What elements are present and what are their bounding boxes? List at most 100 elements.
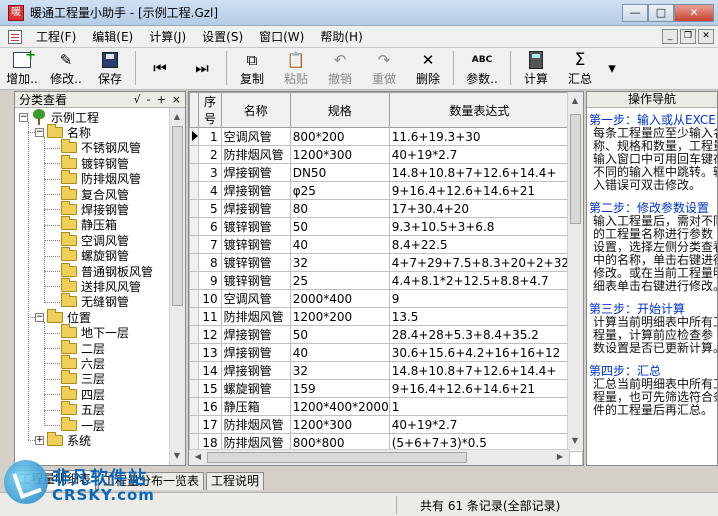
cell-index[interactable]: 5 [198,199,222,218]
cell-quantity-expression[interactable]: 13.5 [388,307,570,326]
tree-item[interactable]: 镀锌钢管 [61,154,129,171]
cell-quantity-expression[interactable]: 28.4+28+5.3+8.4+35.2 [388,325,570,344]
cell-quantity-expression[interactable]: 17+30.4+20 [388,199,570,218]
cell-index[interactable]: 3 [198,163,222,182]
cell-spec[interactable]: 159 [289,379,390,398]
tree-root[interactable]: − 示例工程 [19,109,99,125]
summary-button[interactable]: Σ 汇总 [558,51,602,87]
delete-button[interactable]: ✕ 删除 [406,51,450,87]
table-row[interactable]: 12 焊接钢管 50 28.4+28+5.3+8.4+35.2 [189,325,583,344]
menu-window[interactable]: 窗口(W) [251,28,312,45]
tab-quantity-distribution[interactable]: 工程量分布一览表 [98,472,205,490]
tree-item[interactable]: 静压箱 [61,216,117,233]
table-row[interactable]: 17 防排烟风管 1200*300 40+19*2.7 [189,415,583,434]
last-record-button[interactable]: ⏭ [181,51,223,85]
tree-item[interactable]: 复合风管 [61,185,129,202]
scroll-left-icon[interactable]: ◀ [191,450,205,464]
row-indicator[interactable] [189,361,200,380]
check-all-button[interactable]: √ [134,93,141,106]
cell-index[interactable]: 10 [198,289,222,308]
cell-quantity-expression[interactable]: 1 [388,397,570,416]
cell-name[interactable]: 镀锌钢管 [220,271,291,290]
cell-spec[interactable]: 1200*200 [289,307,390,326]
close-panel-button[interactable]: × [172,93,181,106]
paste-button[interactable]: 📋 粘贴 [274,51,318,87]
child-minimize-button[interactable]: _ [662,29,678,44]
cell-spec[interactable]: 1200*300 [289,415,390,434]
cell-name[interactable]: 焊接钢管 [220,163,291,182]
row-indicator[interactable] [189,127,200,146]
cell-quantity-expression[interactable]: 14.8+10.8+7+12.6+14.4+ [388,361,570,380]
cell-spec[interactable]: 1200*400*2000 [289,397,390,416]
tree-item[interactable]: 无缝钢管 [61,293,129,310]
tree-item[interactable]: 送排风风管 [61,277,141,294]
table-row[interactable]: 9 镀锌钢管 25 4.4+8.1*2+12.5+8.8+4.7 [189,271,583,290]
table-row[interactable]: 1 空调风管 800*200 11.6+19.3+30 [189,127,583,146]
column-header-quantity-expression[interactable]: 数量表达式 [388,92,570,128]
row-indicator[interactable] [189,271,200,290]
child-close-button[interactable]: ✕ [698,29,714,44]
cell-name[interactable]: 空调风管 [220,289,291,308]
cell-spec[interactable]: 25 [289,271,390,290]
collapse-icon[interactable]: − [19,112,28,122]
cell-spec[interactable]: φ25 [289,181,390,200]
tree-item[interactable]: 三层 [61,370,105,387]
cell-index[interactable]: 2 [198,145,222,164]
menu-project[interactable]: 工程(F) [28,28,84,45]
child-restore-button[interactable]: ❐ [680,29,696,44]
tree-item[interactable]: 四层 [61,385,105,402]
tree-item[interactable]: 防排烟风管 [61,170,141,187]
tree-item[interactable]: 地下一层 [61,324,129,341]
row-indicator[interactable] [189,217,200,236]
menu-calculate[interactable]: 计算(J) [141,28,194,45]
cell-index[interactable]: 7 [198,235,222,254]
collapse-button[interactable]: - [147,93,151,106]
scroll-right-icon[interactable]: ▶ [553,450,567,464]
first-record-button[interactable]: ⏮ [139,51,181,85]
table-row[interactable]: 14 焊接钢管 32 14.8+10.8+7+12.6+14.4+ [189,361,583,380]
row-indicator[interactable] [189,289,200,308]
tree-item[interactable]: 五层 [61,401,105,418]
save-button[interactable]: 保存 [88,51,132,87]
table-row[interactable]: 7 镀锌钢管 40 8.4+22.5 [189,235,583,254]
tree-group[interactable]: + 系统 [35,431,91,448]
cell-index[interactable]: 4 [198,181,222,200]
tree-item[interactable]: 螺旋钢管 [61,247,129,264]
scroll-down-icon[interactable]: ▼ [170,449,184,463]
expand-button[interactable]: + [157,93,166,106]
close-button[interactable]: ✕ [674,3,714,22]
tree-item[interactable]: 一层 [61,416,105,433]
scroll-up-icon[interactable]: ▲ [568,94,582,108]
cell-name[interactable]: 焊接钢管 [220,181,291,200]
menu-help[interactable]: 帮助(H) [312,28,370,45]
tree-vertical-scroll-thumb[interactable] [172,126,183,306]
table-row[interactable]: 8 镀锌钢管 32 4+7+29+7.5+8.3+20+2+32 [189,253,583,272]
row-indicator[interactable] [189,343,200,362]
column-header-name[interactable]: 名称 [220,92,291,128]
table-row[interactable]: 10 空调风管 2000*400 9 [189,289,583,308]
cell-name[interactable]: 防排烟风管 [220,307,291,326]
cell-index[interactable]: 13 [198,343,222,362]
copy-button[interactable]: ⧉ 复制 [230,51,274,87]
tree-item[interactable]: 空调风管 [61,231,129,248]
cell-index[interactable]: 16 [198,397,222,416]
cell-quantity-expression[interactable]: 9 [388,289,570,308]
cell-spec[interactable]: 50 [289,217,390,236]
cell-index[interactable]: 9 [198,271,222,290]
table-row[interactable]: 5 焊接钢管 80 17+30.4+20 [189,199,583,218]
cell-quantity-expression[interactable]: 40+19*2.7 [388,145,570,164]
row-indicator[interactable] [189,235,200,254]
cell-quantity-expression[interactable]: 14.8+10.8+7+12.6+14.4+ [388,163,570,182]
row-indicator[interactable] [189,379,200,398]
row-indicator[interactable] [189,163,200,182]
scroll-up-icon[interactable]: ▲ [170,110,184,124]
cell-spec[interactable]: 1200*300 [289,145,390,164]
cell-name[interactable]: 空调风管 [220,127,291,146]
cell-name[interactable]: 焊接钢管 [220,199,291,218]
cell-quantity-expression[interactable]: 30.6+15.6+4.2+16+16+12 [388,343,570,362]
column-header-index[interactable]: 序号 [198,92,222,128]
cell-index[interactable]: 1 [198,127,222,146]
summary-dropdown-button[interactable]: ▾ [602,51,622,85]
minimize-button[interactable]: — [622,3,648,22]
scroll-down-icon[interactable]: ▼ [568,434,582,448]
